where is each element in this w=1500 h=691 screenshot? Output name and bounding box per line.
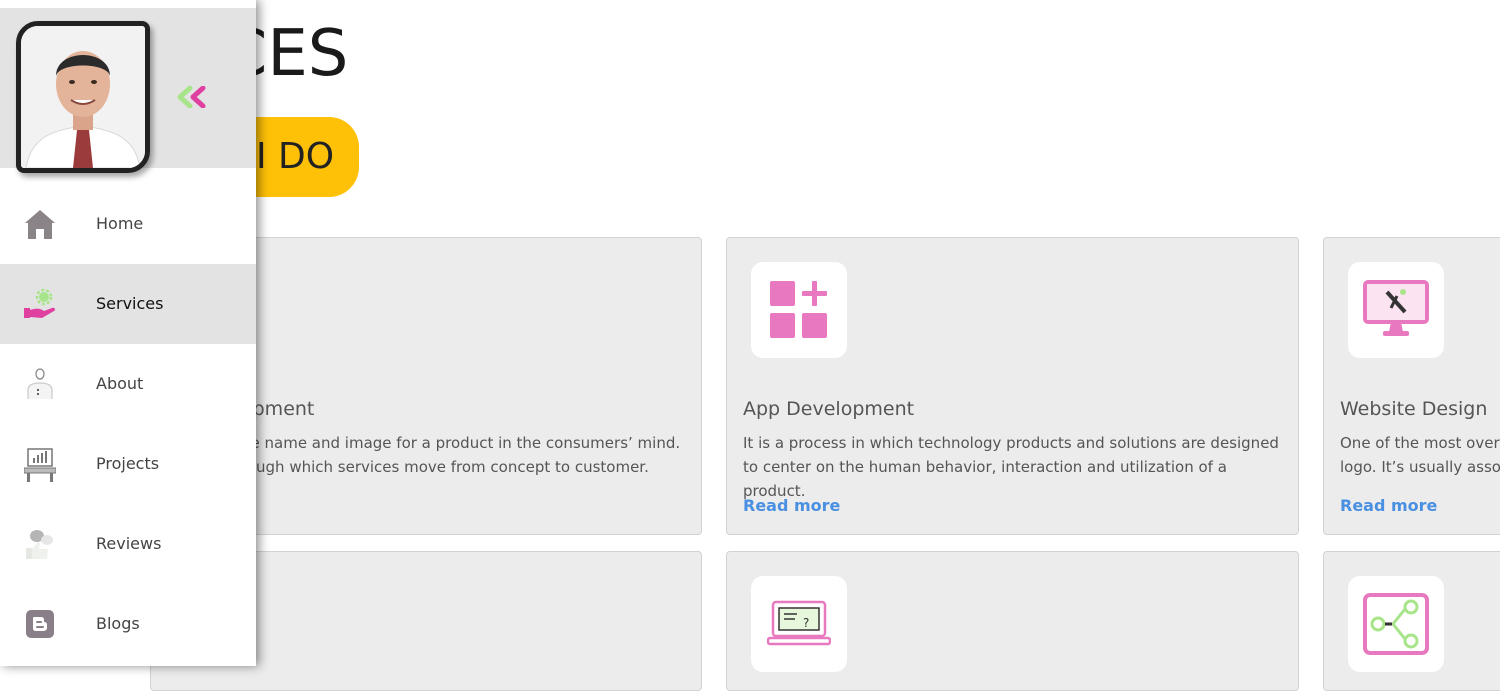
service-card <box>1323 551 1500 691</box>
share-nodes-icon <box>1348 576 1444 672</box>
service-card-app-development: App Development It is a process in which… <box>726 237 1299 535</box>
svg-text:?: ? <box>803 616 809 630</box>
blogger-icon <box>24 608 56 640</box>
home-icon <box>24 208 56 240</box>
read-more-link[interactable]: Read more <box>743 496 840 515</box>
card-description: It is a process in which technology prod… <box>743 434 1279 500</box>
person-icon <box>24 368 56 400</box>
desk-computer-icon <box>23 448 57 482</box>
card-title: Website Design <box>1340 398 1488 420</box>
avatar <box>16 21 150 173</box>
sidebar-item-label: About <box>96 374 144 393</box>
read-more-link[interactable]: Read more <box>1340 496 1437 515</box>
monitor-design-icon <box>1348 262 1444 358</box>
sidebar-item-services[interactable]: Services <box>0 264 256 344</box>
card-description: One of the most overs logo. It’s usually… <box>1340 434 1500 476</box>
sidebar: Home Services About Projects Reviews Blo… <box>0 0 256 666</box>
card-description-text: ue name and image for a product in the c… <box>241 434 681 476</box>
sidebar-item-label: Home <box>96 214 144 233</box>
sidebar-item-blogs[interactable]: Blogs <box>0 584 256 664</box>
sidebar-item-label: Projects <box>96 454 160 473</box>
double-chevron-left-icon[interactable] <box>176 85 210 109</box>
sidebar-item-reviews[interactable]: Reviews <box>0 504 256 584</box>
card-description: ue name and image for a product in the c… <box>241 431 701 479</box>
app-grid-plus-icon <box>751 262 847 358</box>
sidebar-item-about[interactable]: About <box>0 344 256 424</box>
service-card-website-design: Website Design One of the most overs log… <box>1323 237 1500 535</box>
card-title: App Development <box>743 398 915 420</box>
sidebar-item-label: Reviews <box>96 534 162 553</box>
sidebar-item-label: Blogs <box>96 614 140 633</box>
sidebar-header <box>0 8 256 173</box>
services-hand-gear-icon <box>24 288 56 320</box>
service-card: ? <box>726 551 1299 691</box>
sidebar-item-label: Services <box>96 294 164 313</box>
sidebar-item-projects[interactable]: Projects <box>0 424 256 504</box>
laptop-question-icon: ? <box>751 576 847 672</box>
reviews-chat-icon <box>24 528 56 560</box>
sidebar-item-home[interactable]: Home <box>0 184 256 264</box>
